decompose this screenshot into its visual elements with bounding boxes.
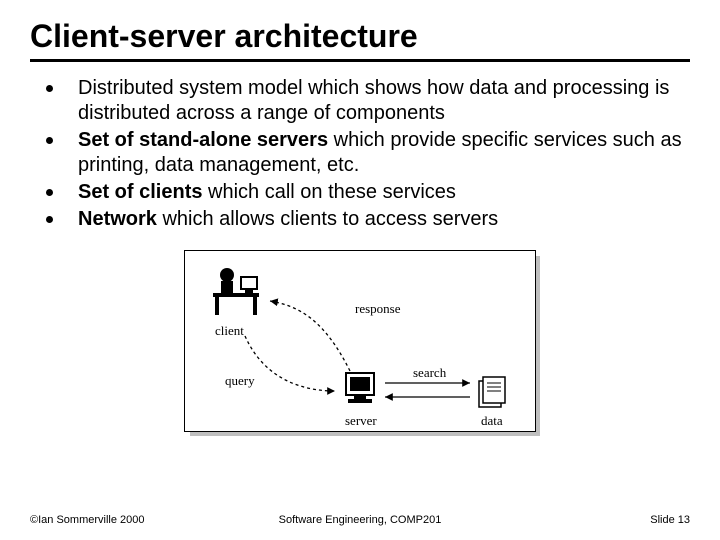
bullet-bold: Set of clients (78, 181, 202, 203)
list-item: Distributed system model which shows how… (38, 76, 690, 126)
slide: Client-server architecture Distributed s… (0, 0, 720, 540)
bullet-list: Distributed system model which shows how… (30, 76, 690, 232)
response-label: response (355, 301, 401, 317)
footer-slide-number: Slide 13 (650, 514, 690, 526)
query-label: query (225, 373, 255, 389)
footer-copyright: ©Ian Sommerville 2000 (30, 514, 145, 526)
list-item: Set of stand-alone servers which provide… (38, 128, 690, 178)
title-rule (30, 59, 690, 62)
bullet-bold: Set of stand-alone servers (78, 129, 328, 151)
client-server-diagram: client server data (184, 250, 536, 432)
list-item: Network which allows clients to access s… (38, 207, 690, 232)
list-item: Set of clients which call on these servi… (38, 180, 690, 205)
page-title: Client-server architecture (30, 18, 690, 55)
bullet-text: which call on these services (202, 181, 455, 203)
footer: ©Ian Sommerville 2000 Software Engineeri… (30, 514, 690, 526)
arrows (185, 251, 535, 431)
bullet-text: which allows clients to access servers (157, 208, 498, 230)
search-label: search (413, 365, 446, 381)
diagram-container: client server data (30, 250, 690, 437)
diagram-box: client server data (184, 250, 536, 432)
bullet-text: Distributed system model which shows how… (78, 77, 669, 124)
bullet-bold: Network (78, 208, 157, 230)
